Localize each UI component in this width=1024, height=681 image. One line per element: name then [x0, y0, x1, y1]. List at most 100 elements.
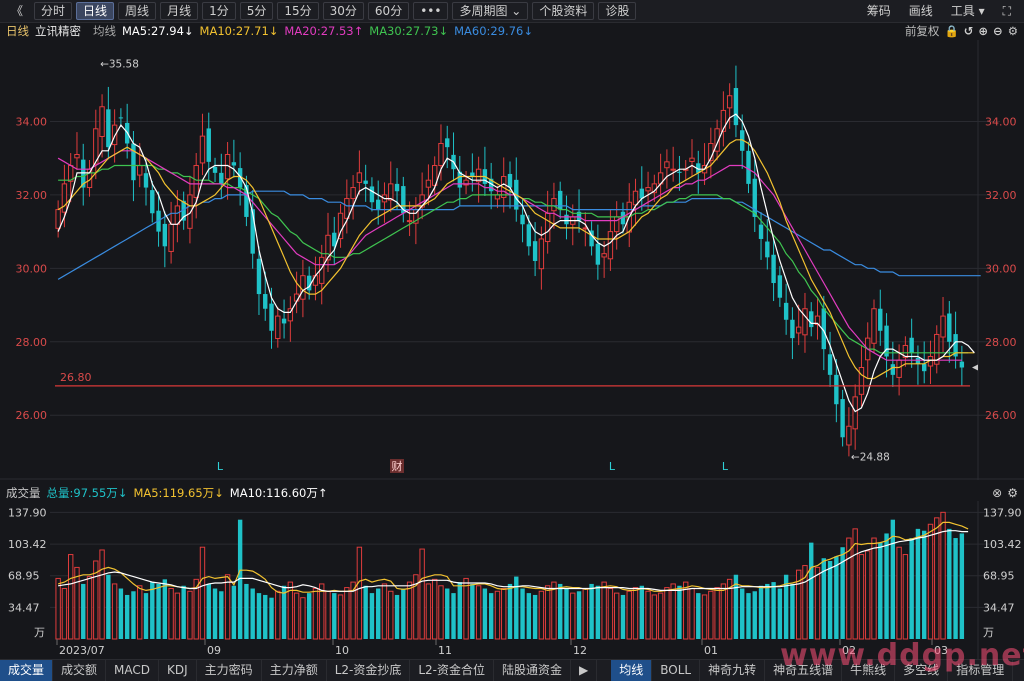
indicator-tab[interactable]: ▶: [571, 660, 598, 681]
event-marker[interactable]: L: [722, 460, 729, 473]
volume-bar-up: [168, 588, 174, 640]
overlay-tab[interactable]: BOLL: [652, 660, 701, 681]
volume-bar-up: [86, 576, 93, 640]
close-icon[interactable]: ⊗: [992, 486, 1002, 500]
volume-bar-up: [99, 549, 105, 640]
candle-body-down: [733, 88, 739, 126]
candle-body-up: [544, 212, 551, 243]
period-tab[interactable]: 15分: [277, 2, 319, 20]
indicator-tab[interactable]: L2-资金合位: [410, 660, 495, 681]
event-marker[interactable]: L: [609, 460, 616, 473]
fullscreen-icon[interactable]: ⛶: [996, 2, 1018, 20]
overlay-tab[interactable]: 均线: [611, 660, 653, 681]
volume-bar-up: [111, 583, 118, 640]
candle-body-up: [664, 161, 670, 169]
volume-tick-left: 137.90: [8, 506, 47, 519]
volume-bar-down: [181, 585, 186, 639]
candle-body-down: [890, 364, 896, 375]
event-marker[interactable]: L: [217, 460, 224, 473]
period-tab[interactable]: •••: [413, 2, 449, 20]
zoom-out-icon[interactable]: ⊖: [993, 24, 1003, 38]
indicator-tab[interactable]: 陆股通资金: [494, 660, 572, 681]
volume-bar-up: [814, 566, 821, 640]
candle-body-down: [746, 150, 751, 184]
volume-bar-down: [488, 593, 494, 639]
overlay-tab[interactable]: 神奇九转: [700, 660, 766, 681]
period-tab[interactable]: 多周期图 ⌄: [452, 2, 529, 20]
zoom-in-icon[interactable]: ⊕: [978, 24, 988, 38]
candle-body-down: [219, 172, 224, 184]
volume-bar-down: [156, 583, 161, 639]
volume-bar-up: [137, 585, 143, 640]
volume-bar-up: [312, 588, 319, 640]
period-tab[interactable]: 1分: [202, 2, 236, 20]
lock-icon[interactable]: 🔒: [944, 24, 958, 38]
period-tab[interactable]: 60分: [367, 2, 410, 20]
settings-icon[interactable]: ⚙: [1008, 24, 1018, 38]
candle-body-up: [689, 157, 695, 162]
month-label: 2023/07: [59, 644, 105, 657]
volume-bar-down: [696, 593, 701, 639]
volume-bar-up: [337, 594, 344, 640]
indicator-tab[interactable]: MACD: [106, 660, 160, 681]
volume-bar-down: [520, 588, 525, 639]
undo-icon[interactable]: ↺: [964, 24, 974, 38]
volume-bar-down: [827, 560, 833, 639]
volume-bar-down: [576, 591, 582, 639]
tools-button[interactable]: 工具 ▾: [944, 2, 992, 20]
period-tab[interactable]: 月线: [160, 2, 199, 20]
candlestick-chart[interactable]: 34.00 34.00 32.00 32.00 30.00 30.00 28.00 28.00…: [0, 40, 1024, 480]
month-label: 01: [704, 644, 718, 657]
volume-bar-up: [501, 588, 507, 640]
indicator-tab[interactable]: KDJ: [159, 660, 197, 681]
candle-body-up: [538, 238, 545, 270]
price-background: [0, 40, 1024, 480]
volume-bar-down: [909, 538, 914, 639]
candle-body-down: [363, 180, 368, 184]
volume-bar-down: [106, 574, 111, 639]
volume-bar-up: [657, 592, 664, 640]
volume-chart[interactable]: 137.90 137.90 103.42 103.42 68.95 68.95 34.47 3…: [0, 501, 1024, 659]
candle-body-down: [564, 214, 569, 225]
volume-tick-right: 68.95: [983, 570, 1015, 583]
candle-body-up: [601, 253, 607, 258]
volume-bar-down: [445, 588, 450, 639]
indicator-tab[interactable]: L2-资金抄底: [327, 660, 411, 681]
event-marker[interactable]: 财: [392, 459, 403, 473]
settings-icon[interactable]: ⚙: [1007, 486, 1018, 500]
period-tab[interactable]: 分时: [34, 2, 73, 20]
top-toolbar: 《 分时 日线 周线 月线 1分 5分 15分 30分 60分 ••• 多周期图 ⌄ 个股资料 诊股 筹…: [0, 0, 1024, 23]
indicator-tab[interactable]: 主力密码: [197, 660, 262, 681]
period-tab[interactable]: 5分: [239, 2, 274, 20]
indicator-tab[interactable]: 成交量: [0, 660, 54, 681]
volume-bar-up: [720, 583, 727, 640]
period-tab[interactable]: 30分: [322, 2, 364, 20]
back-button[interactable]: 《: [4, 2, 30, 20]
volume-bar-down: [922, 530, 927, 639]
indicator-tab[interactable]: 主力净额: [262, 660, 327, 681]
adjust-mode[interactable]: 前复权: [905, 23, 940, 39]
candle-body-down: [771, 254, 776, 284]
price-tick-left: 30.00: [16, 262, 48, 275]
period-tab[interactable]: 周线: [118, 2, 157, 20]
volume-bar-up: [293, 592, 300, 640]
candle-body-down: [507, 173, 513, 188]
volume-bar-down: [752, 591, 757, 639]
draw-button[interactable]: 画线: [902, 2, 940, 20]
chips-button[interactable]: 筹码: [860, 2, 898, 20]
candle-body-up: [55, 209, 61, 229]
stock-name: 立讯精密: [35, 23, 81, 38]
volume-bar-up: [438, 585, 444, 640]
candle-body-down: [752, 178, 757, 217]
candle-body-down: [959, 361, 965, 368]
volume-bar-down: [206, 583, 211, 639]
candle-body-down: [520, 214, 525, 225]
period-tab[interactable]: 日线: [76, 2, 115, 20]
period-tab[interactable]: 诊股: [598, 2, 637, 20]
period-tab[interactable]: 个股资料: [532, 2, 595, 20]
volume-bar-up: [55, 577, 61, 640]
indicator-mode[interactable]: 均线: [93, 23, 116, 39]
volume-bar-down: [746, 593, 751, 639]
indicator-tab[interactable]: 成交额: [53, 660, 107, 681]
volume-bar-down: [482, 588, 488, 639]
